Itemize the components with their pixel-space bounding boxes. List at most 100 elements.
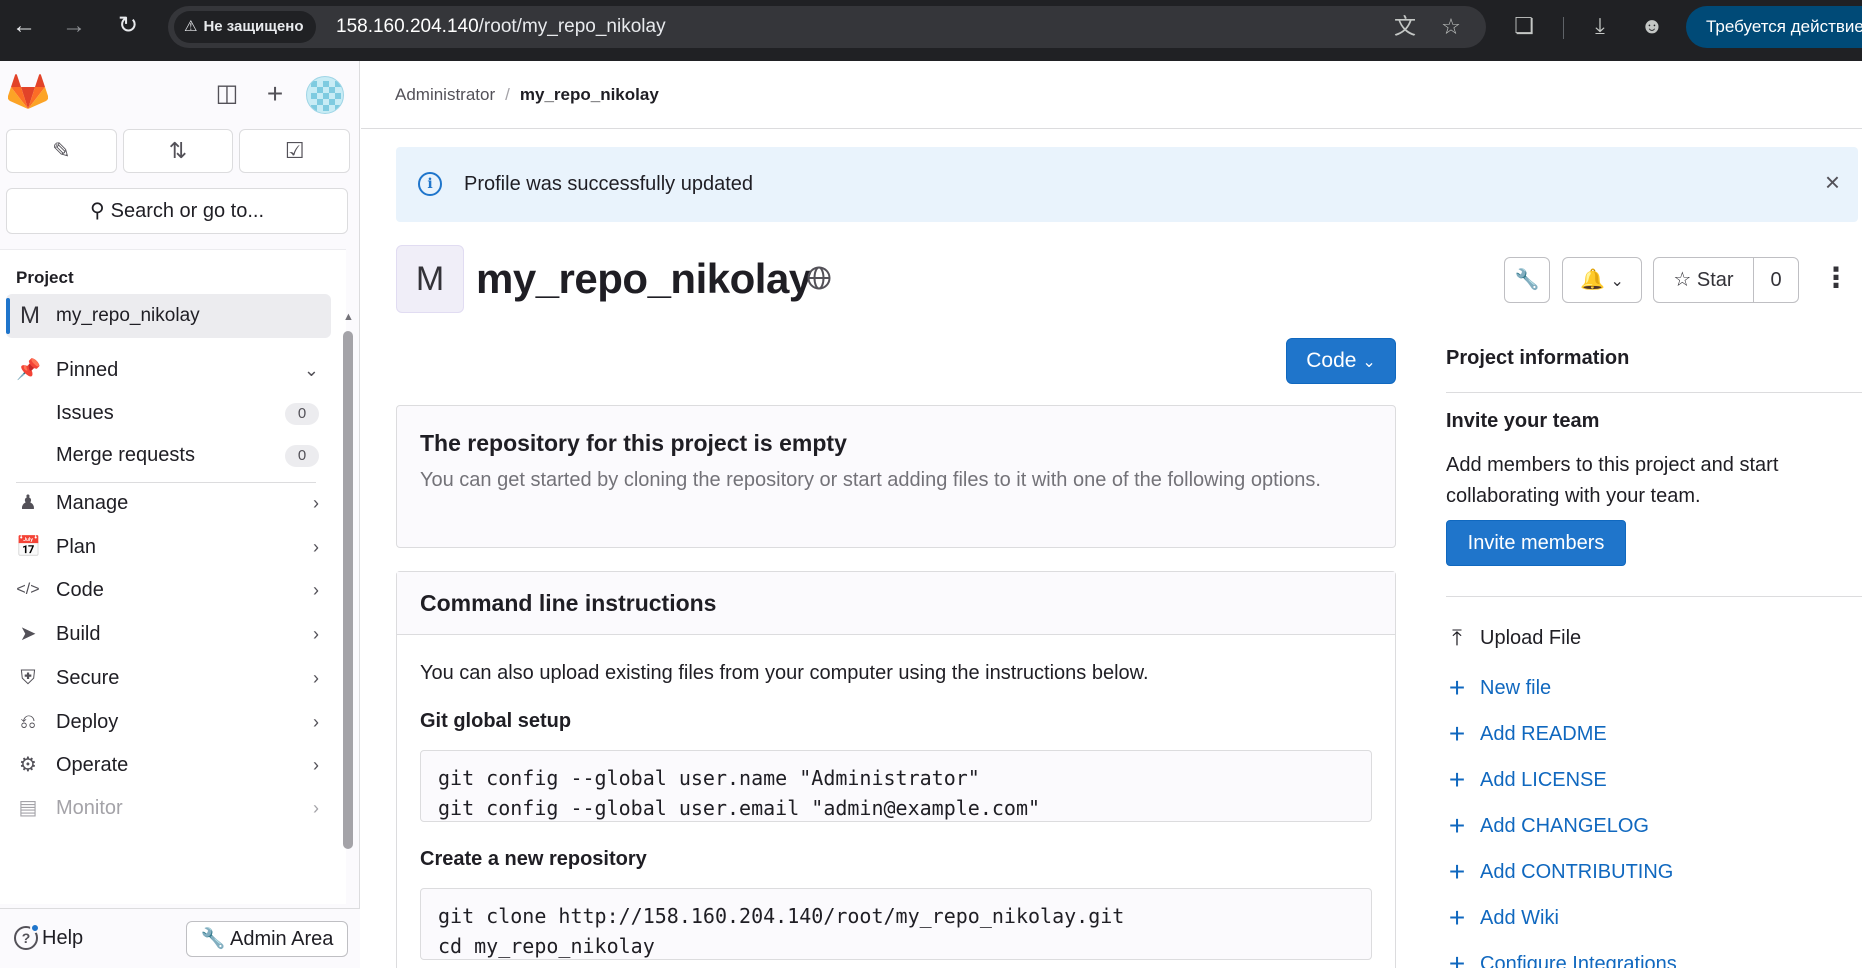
- security-chip[interactable]: ⚠ Не защищено: [174, 11, 316, 43]
- star-button[interactable]: ☆ Star: [1653, 257, 1754, 303]
- address-bar[interactable]: ⚠ Не защищено 158.160.204.140/root/my_re…: [168, 6, 1486, 48]
- sidebar-item-build[interactable]: ➤ Build ›: [6, 612, 331, 656]
- browser-toolbar: ← → ↻ ⚠ Не защищено 158.160.204.140/root…: [0, 0, 1862, 61]
- star-count[interactable]: 0: [1753, 257, 1799, 303]
- settings-wrench-button[interactable]: 🔧: [1504, 257, 1550, 303]
- divider: [1446, 596, 1862, 597]
- sidebar-item-label: Manage: [56, 492, 129, 514]
- upload-file-label: Upload File: [1480, 627, 1582, 649]
- add-contributing-link[interactable]: + Add CONTRIBUTING: [1446, 856, 1674, 887]
- monitor-icon: ▤: [18, 797, 38, 819]
- help-icon: ?: [14, 923, 40, 950]
- add-license-link[interactable]: + Add LICENSE: [1446, 765, 1607, 795]
- shield-icon: ⛨: [20, 667, 36, 689]
- global-setup-code[interactable]: git config --global user.name "Administr…: [420, 750, 1372, 822]
- sidebar-scrollbar[interactable]: ▲ ▼: [340, 311, 356, 968]
- chevron-right-icon: ›: [313, 580, 319, 600]
- breadcrumb-current[interactable]: my_repo_nikolay: [520, 85, 659, 104]
- sidebar-item-label: Monitor: [56, 797, 123, 819]
- admin-area-label: Admin Area: [229, 928, 334, 950]
- close-icon[interactable]: ×: [1825, 147, 1840, 217]
- sidebar-item-label: Merge requests: [56, 444, 195, 466]
- url-text[interactable]: 158.160.204.140/root/my_repo_nikolay: [336, 6, 666, 48]
- invite-members-button[interactable]: Invite members: [1446, 520, 1626, 566]
- sidebar-item-operate[interactable]: ⚙ Operate ›: [6, 743, 331, 787]
- upload-file-link[interactable]: ⤒ Upload File: [1446, 623, 1581, 653]
- add-readme-link[interactable]: + Add README: [1446, 719, 1607, 749]
- link-label: Add README: [1480, 723, 1607, 745]
- avatar[interactable]: [306, 76, 344, 114]
- search-input[interactable]: ⚲ Search or go to...: [6, 188, 348, 234]
- add-wiki-link[interactable]: + Add Wiki: [1446, 903, 1559, 933]
- sidebar-item-secure[interactable]: ⛨ Secure ›: [6, 656, 331, 700]
- sidebar-header: ◫ +: [0, 61, 360, 121]
- sidebar-footer: ? Help 🔧 Admin Area: [0, 908, 360, 968]
- scroll-up-icon[interactable]: ▲: [343, 311, 354, 323]
- notification-button[interactable]: 🔔 ⌄: [1562, 257, 1642, 303]
- sidebar-nav: Project M my_repo_nikolay 📌 Pinned ⌄ Iss…: [0, 249, 346, 904]
- reload-icon[interactable]: ↻: [112, 10, 144, 42]
- cli-header: Command line instructions: [397, 572, 1395, 635]
- new-repo-code[interactable]: git clone http://158.160.204.140/root/my…: [420, 888, 1372, 960]
- action-required-button[interactable]: Требуется действие: [1686, 6, 1862, 48]
- sidebar-item-deploy[interactable]: ⎌ Deploy ›: [6, 700, 331, 744]
- plus-icon: +: [1448, 810, 1466, 841]
- admin-area-button[interactable]: 🔧 Admin Area: [186, 921, 348, 957]
- todo-tab-icon[interactable]: ☑: [239, 129, 351, 173]
- issues-tab-icon[interactable]: ✎: [6, 129, 117, 173]
- globe-icon: [807, 266, 831, 290]
- profile-icon[interactable]: ☻: [1636, 10, 1668, 42]
- link-label: New file: [1480, 677, 1552, 699]
- sidebar-item-label: Deploy: [56, 711, 119, 733]
- sidebar-item-monitor[interactable]: ▤ Monitor ›: [6, 786, 331, 830]
- scrollbar-thumb[interactable]: [343, 331, 353, 849]
- bookmark-star-icon[interactable]: ☆: [1438, 14, 1464, 40]
- sidebar-item-code[interactable]: </> Code ›: [6, 568, 331, 612]
- translate-icon[interactable]: 文: [1392, 14, 1418, 40]
- download-icon[interactable]: ⤓: [1584, 10, 1616, 42]
- extensions-icon[interactable]: ❏: [1508, 10, 1540, 42]
- sidebar-item-issues[interactable]: Issues 0: [6, 391, 331, 435]
- identicon-icon: [311, 81, 341, 111]
- sidebar-item-label: Build: [56, 623, 101, 645]
- sidebar-item-project[interactable]: M my_repo_nikolay: [6, 294, 331, 338]
- more-actions-icon[interactable]: ⋮: [1822, 255, 1850, 301]
- invite-team-text: Add members to this project and start co…: [1446, 454, 1779, 507]
- sidebar-toggle-icon[interactable]: ◫: [210, 77, 244, 111]
- empty-repo-title: The repository for this project is empty: [420, 430, 847, 456]
- pin-icon: 📌: [16, 359, 41, 381]
- chevron-down-icon: ⌄: [1362, 354, 1376, 371]
- sidebar-item-merge-requests[interactable]: Merge requests 0: [6, 433, 331, 477]
- breadcrumb: Administrator / my_repo_nikolay: [395, 61, 659, 129]
- back-arrow-icon[interactable]: ←: [8, 10, 40, 42]
- divider: [1446, 392, 1862, 393]
- sidebar-item-pinned[interactable]: 📌 Pinned ⌄: [6, 348, 331, 392]
- sidebar-item-label: Plan: [56, 536, 97, 558]
- cli-instructions-card: Command line instructions You can also u…: [396, 571, 1396, 968]
- url-path: /root/my_repo_nikolay: [478, 16, 666, 37]
- create-new-icon[interactable]: +: [258, 77, 292, 111]
- help-button[interactable]: ? Help: [14, 923, 83, 952]
- sidebar-project-name: my_repo_nikolay: [56, 305, 200, 326]
- configure-integrations-link[interactable]: + Configure Integrations: [1446, 949, 1677, 968]
- chevron-right-icon: ›: [313, 537, 319, 557]
- project-initial: M: [20, 302, 40, 329]
- sidebar-item-plan[interactable]: 📅 Plan ›: [6, 525, 331, 569]
- chevron-right-icon: ›: [313, 668, 319, 688]
- breadcrumb-parent[interactable]: Administrator: [395, 85, 495, 104]
- count-badge: 0: [285, 445, 319, 467]
- new-file-link[interactable]: + New file: [1446, 673, 1551, 703]
- forward-arrow-icon[interactable]: →: [58, 10, 90, 42]
- gitlab-logo-icon[interactable]: [8, 73, 48, 111]
- sidebar-item-label: Code: [56, 579, 104, 601]
- code-icon: </>: [16, 581, 40, 598]
- security-label: Не защищено: [203, 18, 304, 35]
- merge-requests-tab-icon[interactable]: ⇅: [122, 129, 234, 173]
- plus-icon: +: [1448, 856, 1466, 887]
- add-changelog-link[interactable]: + Add CHANGELOG: [1446, 811, 1649, 841]
- plus-icon: +: [1448, 948, 1466, 968]
- chevron-right-icon: ›: [313, 493, 319, 513]
- code-dropdown-button[interactable]: Code ⌄: [1286, 338, 1396, 384]
- empty-repo-text: You can get started by cloning the repos…: [420, 469, 1321, 491]
- sidebar-item-manage[interactable]: ♟ Manage ›: [6, 481, 331, 525]
